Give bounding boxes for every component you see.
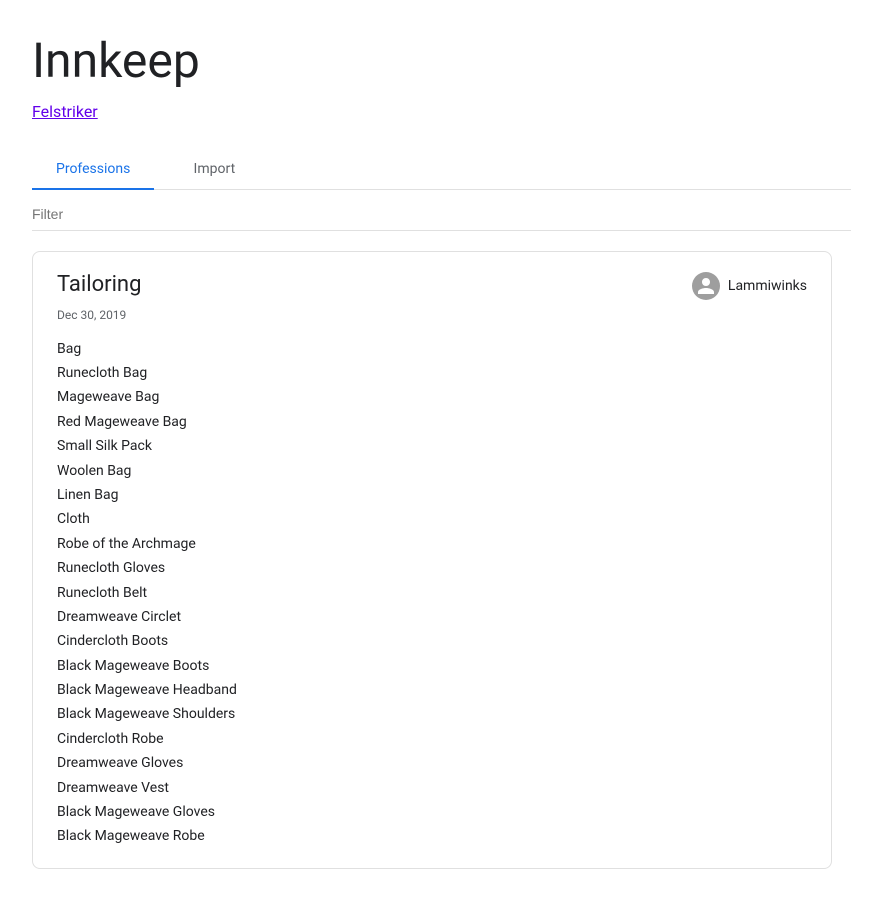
list-item: Small Silk Pack: [57, 435, 807, 457]
card-header: Tailoring Lammiwinks: [57, 272, 807, 300]
list-item: Red Mageweave Bag: [57, 411, 807, 433]
user-info: Lammiwinks: [692, 272, 807, 300]
filter-container: [32, 190, 851, 231]
list-item: Black Mageweave Robe: [57, 825, 807, 847]
profession-date: Dec 30, 2019: [57, 308, 807, 322]
list-item: Black Mageweave Headband: [57, 679, 807, 701]
profession-card: Tailoring Lammiwinks Dec 30, 2019 BagRun…: [32, 251, 832, 869]
filter-input[interactable]: [32, 206, 851, 230]
username: Lammiwinks: [728, 278, 807, 294]
list-item: Black Mageweave Boots: [57, 655, 807, 677]
list-item: Cindercloth Boots: [57, 630, 807, 652]
list-item: Dreamweave Gloves: [57, 752, 807, 774]
tabs-container: Professions Import: [32, 149, 851, 190]
avatar-icon: [692, 272, 720, 300]
list-item: Cloth: [57, 508, 807, 530]
list-item: Bag: [57, 338, 807, 360]
list-item: Woolen Bag: [57, 460, 807, 482]
tab-import[interactable]: Import: [154, 149, 274, 189]
list-item: Black Mageweave Gloves: [57, 801, 807, 823]
app-title: Innkeep: [32, 32, 851, 90]
list-item: Linen Bag: [57, 484, 807, 506]
list-item: Cindercloth Robe: [57, 728, 807, 750]
realm-link[interactable]: Felstriker: [32, 102, 98, 121]
list-item: Dreamweave Vest: [57, 777, 807, 799]
list-item: Runecloth Bag: [57, 362, 807, 384]
list-item: Robe of the Archmage: [57, 533, 807, 555]
list-item: Black Mageweave Shoulders: [57, 703, 807, 725]
tab-professions[interactable]: Professions: [32, 149, 154, 189]
list-item: Runecloth Belt: [57, 582, 807, 604]
items-list: BagRunecloth BagMageweave Bag Red Magewea…: [57, 338, 807, 848]
profession-title: Tailoring: [57, 272, 141, 297]
list-item: Runecloth Gloves: [57, 557, 807, 579]
list-item: Dreamweave Circlet: [57, 606, 807, 628]
list-item: Mageweave Bag: [57, 386, 807, 408]
